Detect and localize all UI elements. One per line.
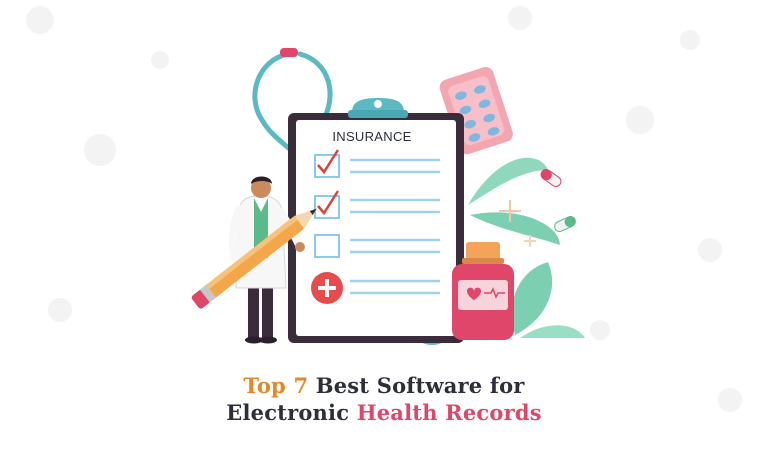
clipboard-title: INSURANCE — [332, 129, 412, 144]
hero-banner: INSURANCE Top 7 Best Software for Electr… — [0, 0, 768, 445]
headline-text-2: Electronic — [226, 400, 357, 425]
headline-line-1: Top 7 Best Software for — [0, 373, 768, 399]
capsule-icon — [540, 169, 576, 233]
headline-text-1: Best Software for — [308, 373, 525, 398]
headline-accent-top-7: Top 7 — [243, 373, 309, 398]
headline-accent-health-records: Health Records — [356, 400, 542, 425]
headline-line-2: Electronic Health Records — [0, 400, 768, 426]
